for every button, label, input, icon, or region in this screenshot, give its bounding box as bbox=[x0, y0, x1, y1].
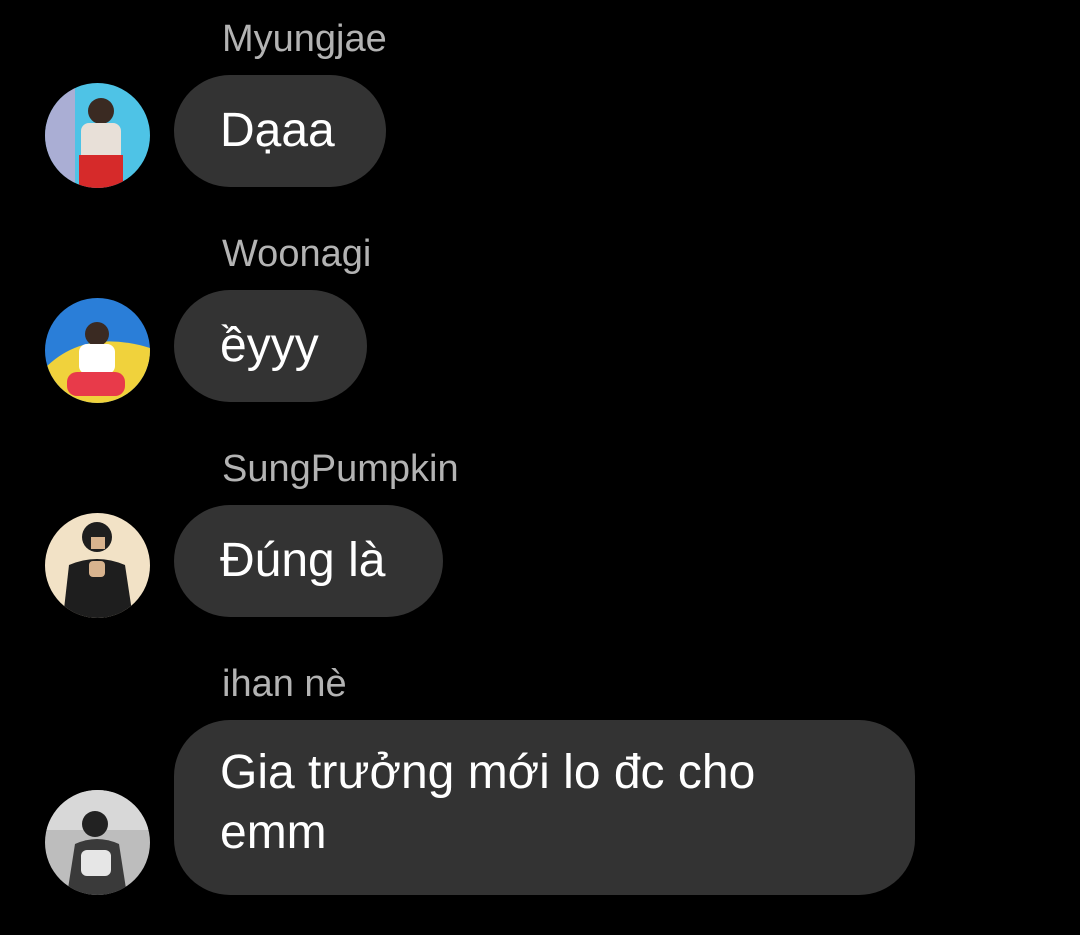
message-bubble[interactable]: Dạaa bbox=[174, 75, 386, 187]
message-text-line-1: Gia trưởng mới lo đc cho bbox=[220, 746, 756, 799]
message-text: Đúng là bbox=[220, 534, 386, 587]
avatar[interactable] bbox=[45, 298, 150, 403]
message-text-line-2: emm bbox=[220, 806, 327, 859]
sender-name: ihan nè bbox=[222, 663, 347, 705]
profile-photo-icon bbox=[45, 83, 150, 188]
message-text: Dạaa bbox=[220, 104, 335, 157]
message-bubble[interactable]: ềyyy bbox=[174, 290, 367, 402]
message-bubble[interactable]: Gia trưởng mới lo đc cho emm bbox=[174, 720, 915, 895]
avatar[interactable] bbox=[45, 513, 150, 618]
profile-photo-icon bbox=[45, 790, 150, 895]
sender-name: Myungjae bbox=[222, 18, 387, 60]
sender-name: Woonagi bbox=[222, 233, 372, 275]
avatar[interactable] bbox=[45, 790, 150, 895]
message-bubble[interactable]: Đúng là bbox=[174, 505, 443, 617]
sender-name: SungPumpkin bbox=[222, 448, 459, 490]
profile-photo-icon bbox=[45, 298, 150, 403]
profile-photo-icon bbox=[45, 513, 150, 618]
message-text: ềyyy bbox=[220, 319, 319, 372]
avatar[interactable] bbox=[45, 83, 150, 188]
